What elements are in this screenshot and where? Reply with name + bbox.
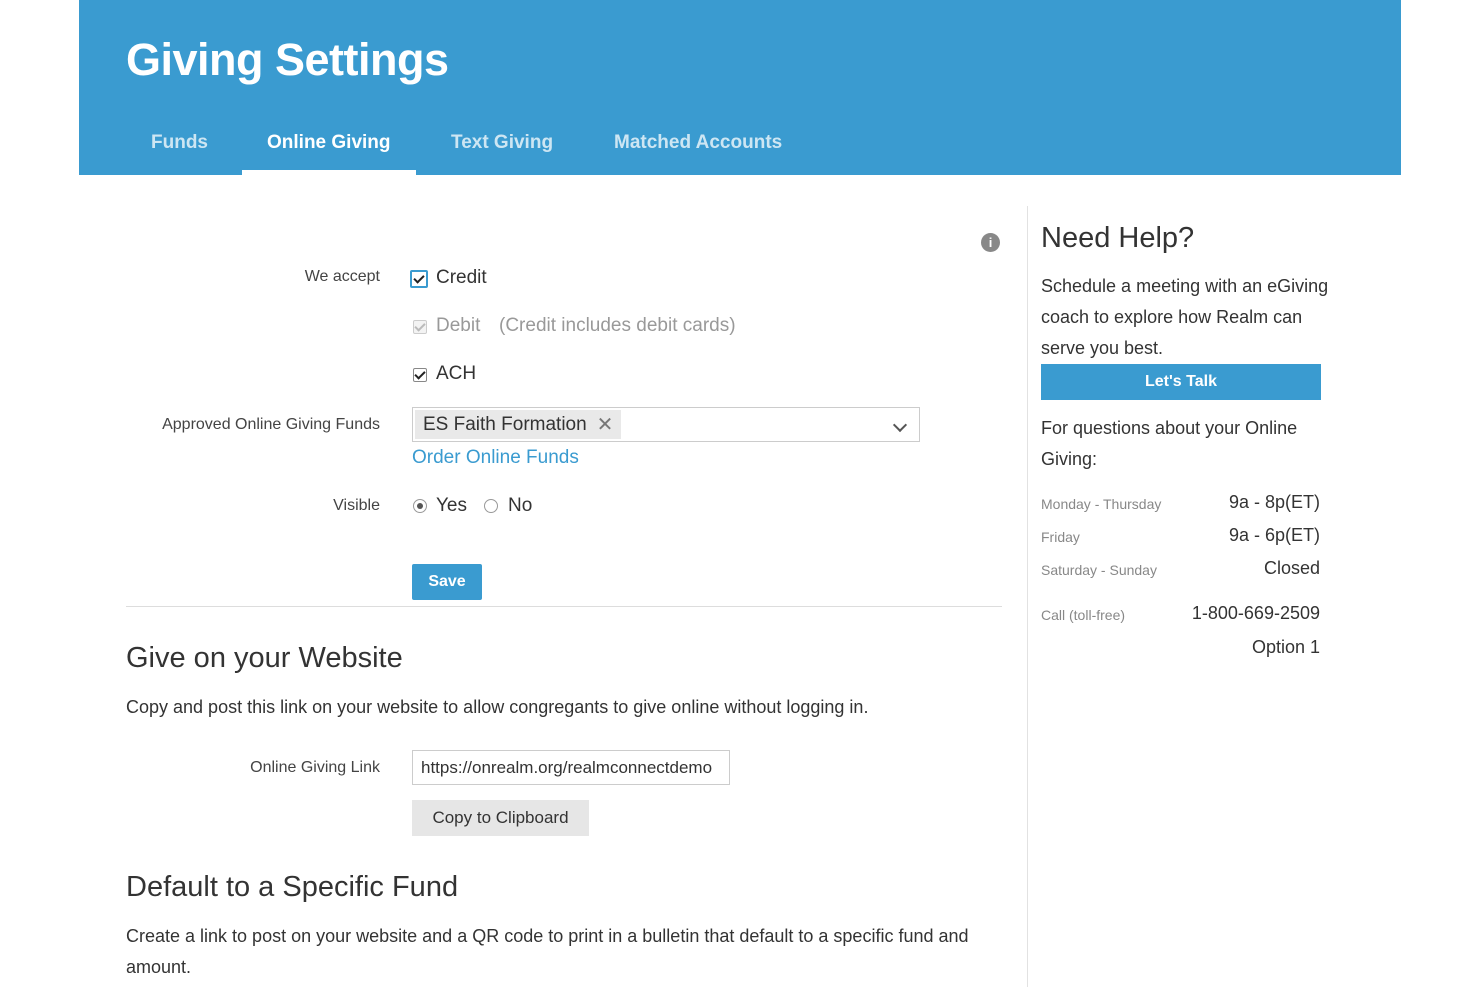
online-giving-link-input[interactable] (412, 750, 730, 785)
schedule-hours: 9a - 6p(ET) (1228, 525, 1320, 545)
specific-fund-description: Create a link to post on your website an… (126, 926, 969, 977)
phone-number: 1-800-669-2509 (1191, 603, 1320, 623)
credit-label: Credit (436, 267, 487, 288)
fund-chip: ES Faith Formation ✕ (415, 410, 622, 439)
website-description: Copy and post this link on your website … (126, 697, 869, 717)
phone-option: Option 1 (1251, 637, 1320, 657)
section-divider (126, 606, 1002, 607)
active-tab-indicator (242, 170, 416, 175)
website-heading: Give on your Website (126, 642, 403, 674)
help-title: Need Help? (1041, 222, 1195, 254)
info-icon[interactable]: i (981, 233, 1000, 252)
online-giving-link-label: Online Giving Link (250, 759, 380, 776)
tab-funds[interactable]: Funds (151, 132, 208, 154)
save-button[interactable]: Save (412, 564, 482, 600)
visible-no-radio[interactable] (484, 499, 498, 513)
schedule-days: Monday - Thursday (1041, 496, 1162, 512)
schedule-days: Saturday - Sunday (1041, 562, 1157, 578)
visible-label: Visible (333, 497, 380, 514)
tab-text-giving[interactable]: Text Giving (451, 132, 553, 154)
fund-chip-label: ES Faith Formation (423, 413, 587, 435)
tab-matched-accounts[interactable]: Matched Accounts (614, 132, 782, 154)
debit-note: (Credit includes debit cards) (499, 315, 736, 336)
help-questions: For questions about your Online Giving: (1041, 418, 1298, 469)
sidebar-divider (1027, 206, 1028, 987)
page-title: Giving Settings (126, 34, 449, 85)
help-text: Schedule a meeting with an eGiving coach… (1041, 276, 1329, 358)
ach-checkbox[interactable] (413, 368, 427, 382)
lets-talk-button[interactable]: Let's Talk (1041, 364, 1321, 400)
credit-checkbox[interactable] (410, 270, 428, 288)
funds-select[interactable]: ES Faith Formation ✕ (412, 407, 920, 442)
debit-label: Debit (436, 315, 481, 336)
visible-yes-label: Yes (436, 495, 467, 516)
chevron-down-icon[interactable] (892, 417, 908, 433)
close-icon[interactable]: ✕ (597, 412, 614, 437)
copy-to-clipboard-button[interactable]: Copy to Clipboard (412, 800, 589, 836)
specific-fund-heading: Default to a Specific Fund (126, 871, 459, 903)
visible-no-label: No (508, 495, 533, 516)
page-header: Giving Settings Funds Online Giving Text… (79, 0, 1401, 175)
we-accept-label: We accept (304, 268, 380, 285)
order-online-funds-link[interactable]: Order Online Funds (412, 447, 579, 469)
debit-checkbox (413, 320, 427, 334)
schedule-hours: 9a - 8p(ET) (1228, 492, 1320, 512)
schedule-hours: Closed (1263, 558, 1320, 578)
ach-label: ACH (436, 363, 477, 384)
visible-yes-radio[interactable] (413, 499, 427, 513)
schedule-days: Friday (1041, 529, 1080, 545)
tab-online-giving[interactable]: Online Giving (267, 132, 391, 154)
funds-label: Approved Online Giving Funds (162, 416, 380, 433)
call-label: Call (toll-free) (1041, 607, 1126, 623)
